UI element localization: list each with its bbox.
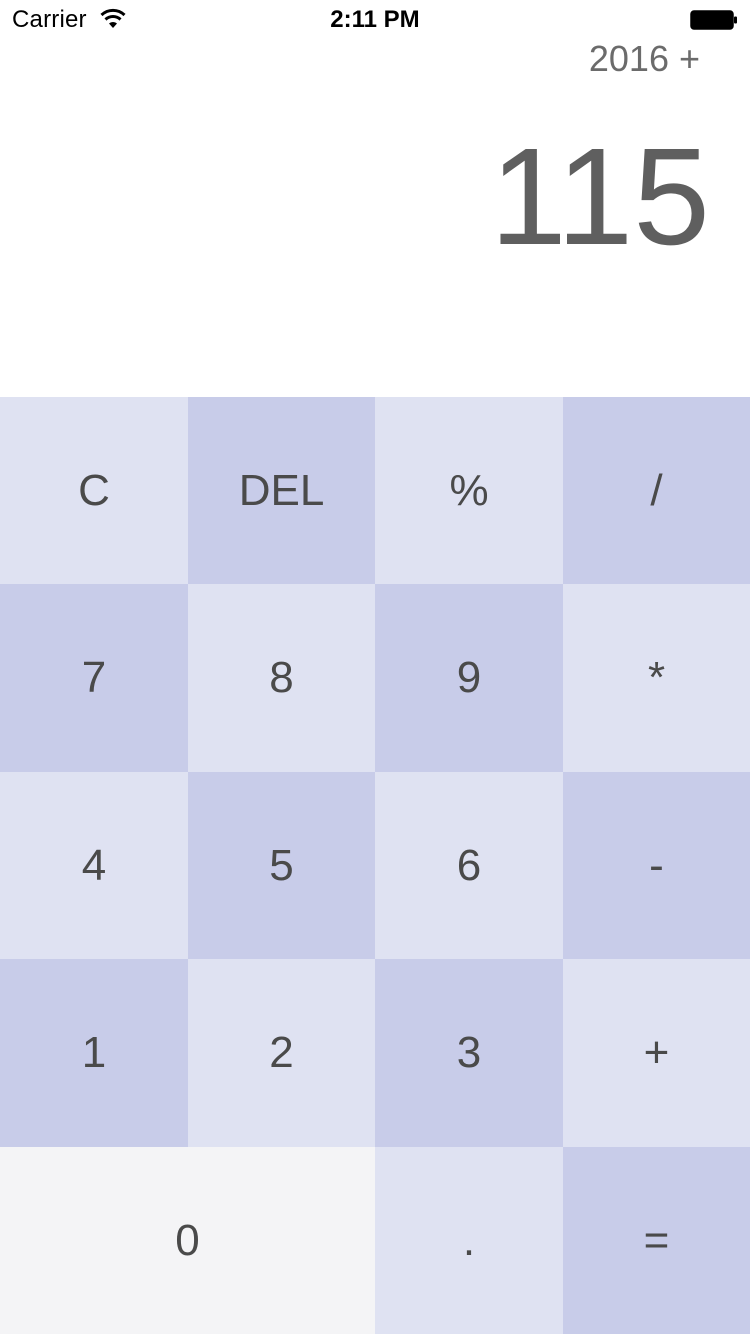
digit-6-button[interactable]: 6 bbox=[375, 772, 563, 959]
clear-button[interactable]: C bbox=[0, 397, 188, 584]
digit-4-button[interactable]: 4 bbox=[0, 772, 188, 959]
expression-display: 2016 + bbox=[588, 38, 700, 79]
digit-7-button[interactable]: 7 bbox=[0, 584, 188, 772]
digit-0-button[interactable]: 0 bbox=[0, 1147, 375, 1334]
decimal-button[interactable]: . bbox=[375, 1147, 563, 1334]
equals-button[interactable]: = bbox=[563, 1147, 750, 1334]
battery-icon bbox=[690, 10, 737, 30]
keypad: C DEL % / 7 8 9 * 4 5 6 - 1 2 3 + 0 . = bbox=[0, 397, 750, 1334]
digit-1-button[interactable]: 1 bbox=[0, 959, 188, 1147]
add-button[interactable]: + bbox=[563, 959, 750, 1147]
digit-8-button[interactable]: 8 bbox=[188, 584, 375, 772]
multiply-button[interactable]: * bbox=[563, 584, 750, 772]
digit-3-button[interactable]: 3 bbox=[375, 959, 563, 1147]
percent-button[interactable]: % bbox=[375, 397, 563, 584]
result-display: 115 bbox=[489, 120, 710, 274]
calculator-app: Carrier 2:11 PM 2016 + 115 C DEL % / 7 8… bbox=[0, 0, 750, 1334]
delete-button[interactable]: DEL bbox=[188, 397, 375, 584]
subtract-button[interactable]: - bbox=[563, 772, 750, 959]
status-time: 2:11 PM bbox=[330, 6, 420, 33]
digit-2-button[interactable]: 2 bbox=[188, 959, 375, 1147]
digit-9-button[interactable]: 9 bbox=[375, 584, 563, 772]
status-bar: Carrier 2:11 PM bbox=[0, 0, 750, 40]
digit-5-button[interactable]: 5 bbox=[188, 772, 375, 959]
divide-button[interactable]: / bbox=[563, 397, 750, 584]
